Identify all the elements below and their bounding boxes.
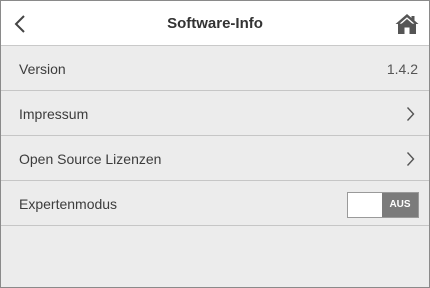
open-source-licenses-row[interactable]: Open Source Lizenzen [1,137,429,181]
back-button[interactable] [1,1,39,46]
expert-mode-toggle[interactable]: AUS [347,192,419,218]
header-bar: Software-Info [1,1,429,46]
version-row: Version 1.4.2 [1,47,429,91]
impressum-label: Impressum [19,106,89,122]
page-title: Software-Info [167,15,263,32]
impressum-row[interactable]: Impressum [1,92,429,136]
home-icon [395,13,419,34]
chevron-left-icon [14,14,25,33]
expert-mode-label: Expertenmodus [19,196,118,212]
chevron-right-icon [406,152,415,166]
toggle-knob [348,193,384,217]
empty-area [1,227,429,287]
version-value: 1.4.2 [386,61,418,77]
version-label: Version [19,61,66,77]
open-source-licenses-label: Open Source Lizenzen [19,151,162,167]
toggle-state-label: AUS [382,193,418,217]
home-button[interactable] [389,1,425,46]
software-info-screen: Software-Info Version 1.4.2 Impressum Op… [0,0,430,288]
chevron-right-icon [406,107,415,121]
expert-mode-row: Expertenmodus AUS [1,182,429,226]
